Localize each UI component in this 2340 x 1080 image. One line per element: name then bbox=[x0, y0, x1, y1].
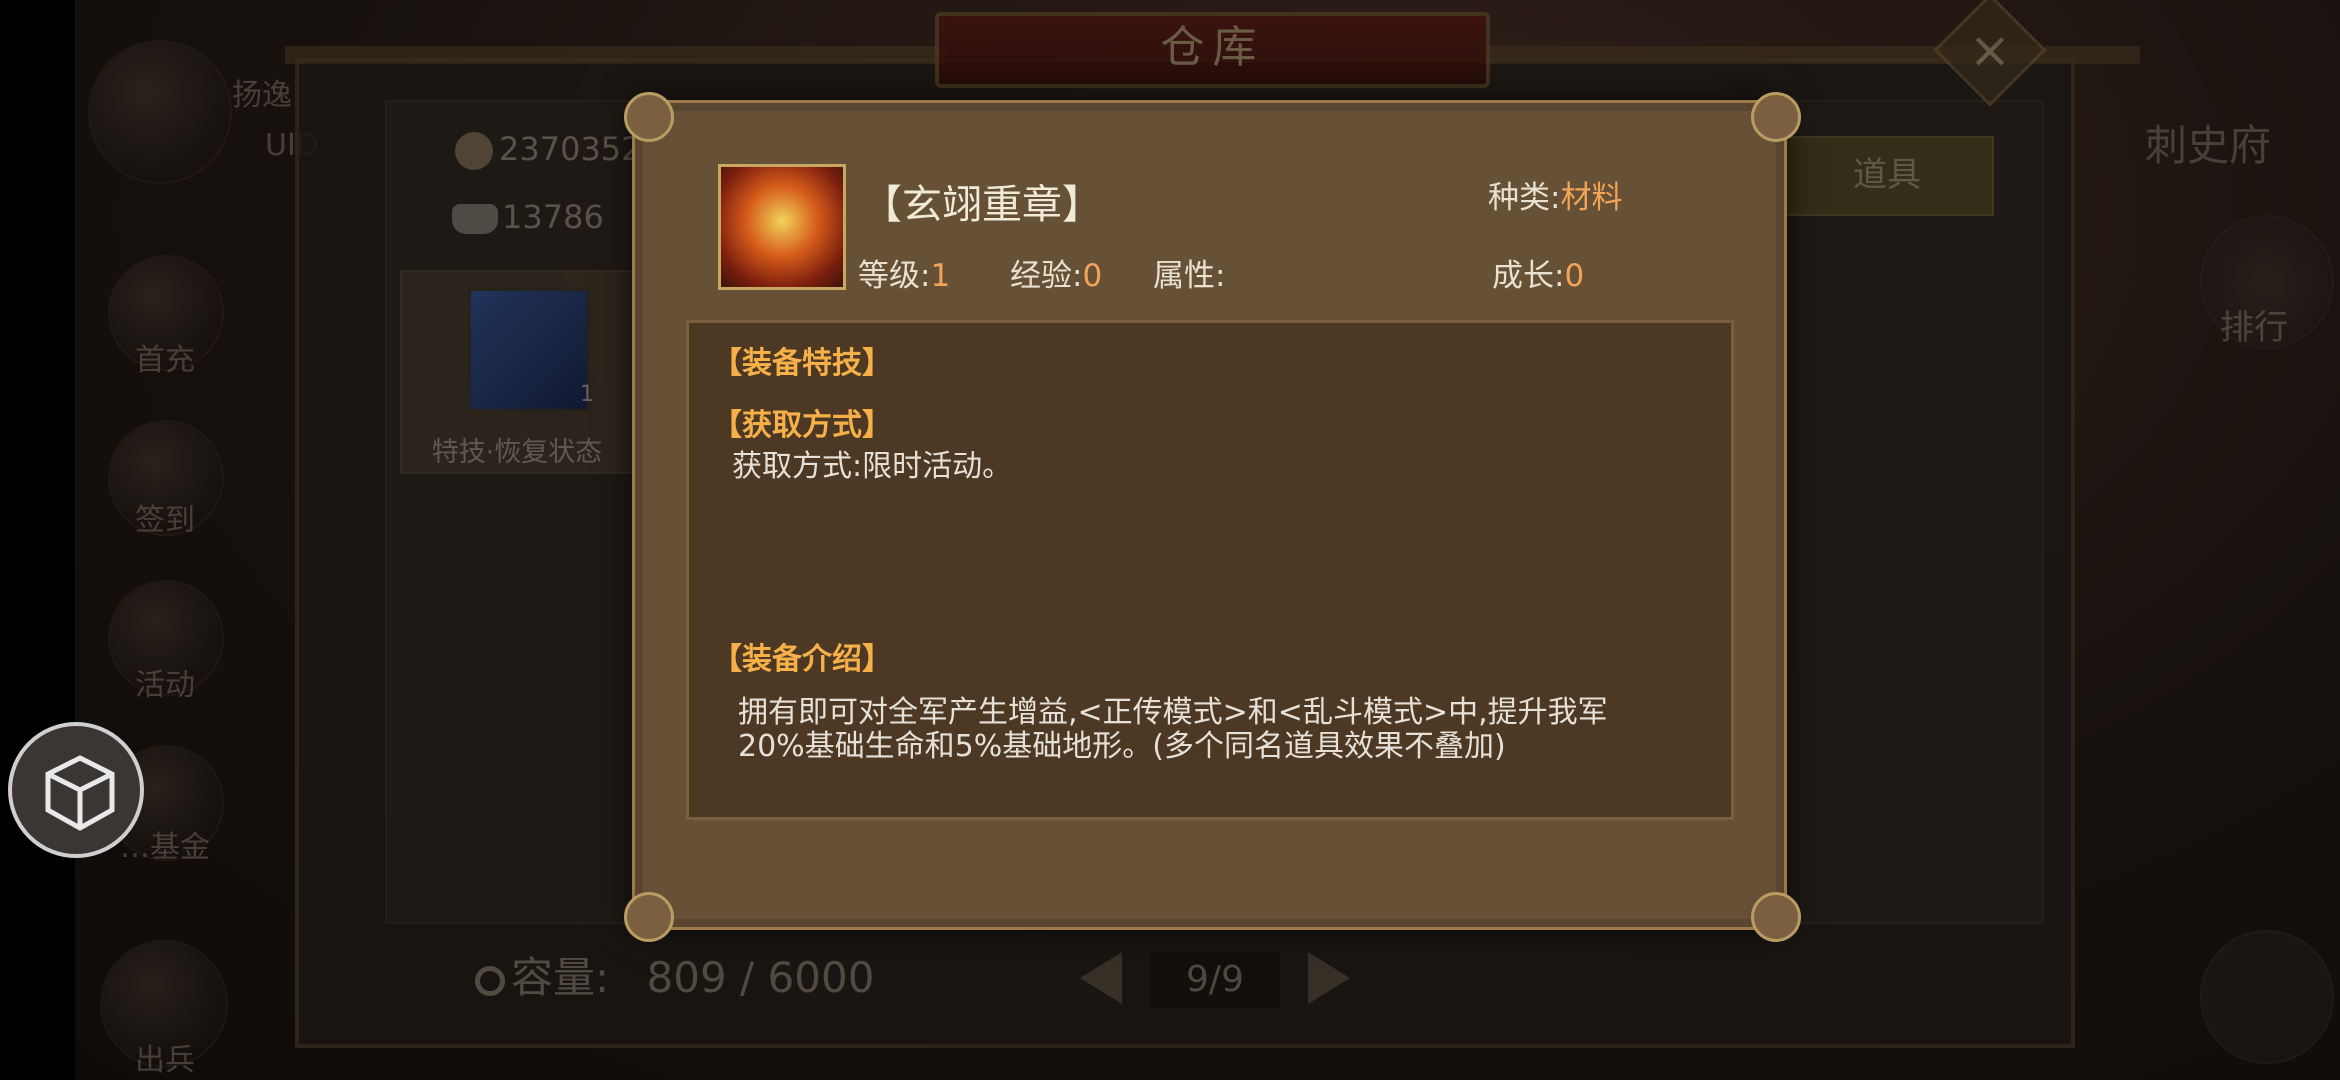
item-name: 【玄翊重章】 bbox=[862, 182, 1102, 228]
category-field: 种类:材料 bbox=[1488, 172, 1622, 217]
obtain-text: 获取方式:限时活动。 bbox=[732, 449, 1013, 484]
cube-icon bbox=[45, 755, 115, 831]
attr-field: 属性: bbox=[1153, 250, 1225, 295]
intro-text-line-1: 拥有即可对全军产生增益,<正传模式>和<乱斗模式>中,提升我军 bbox=[738, 695, 1608, 730]
obtain-section-title: 【获取方式】 bbox=[712, 408, 892, 443]
item-emblem-icon bbox=[718, 164, 846, 290]
corner-ornament bbox=[624, 92, 674, 142]
category-value: 材料 bbox=[1560, 180, 1623, 216]
growth-value: 0 bbox=[1564, 258, 1585, 294]
growth-field: 成长:0 bbox=[1492, 250, 1584, 295]
attr-label: 属性: bbox=[1153, 258, 1226, 294]
corner-ornament bbox=[1751, 92, 1801, 142]
growth-label: 成长: bbox=[1492, 258, 1565, 294]
level-field: 等级:1 bbox=[858, 250, 950, 295]
exp-label: 经验: bbox=[1010, 258, 1083, 294]
level-value: 1 bbox=[930, 258, 951, 294]
level-label: 等级: bbox=[858, 258, 931, 294]
corner-ornament bbox=[1751, 892, 1801, 942]
floating-assistant-button[interactable] bbox=[8, 722, 144, 858]
intro-text-line-2: 20%基础生命和5%基础地形。(多个同名道具效果不叠加) bbox=[738, 729, 1506, 764]
skill-section-title: 【装备特技】 bbox=[712, 346, 892, 381]
category-label: 种类: bbox=[1488, 180, 1561, 216]
exp-value: 0 bbox=[1082, 258, 1103, 294]
corner-ornament bbox=[624, 892, 674, 942]
intro-section-title: 【装备介绍】 bbox=[712, 642, 892, 677]
exp-field: 经验:0 bbox=[1010, 250, 1102, 295]
